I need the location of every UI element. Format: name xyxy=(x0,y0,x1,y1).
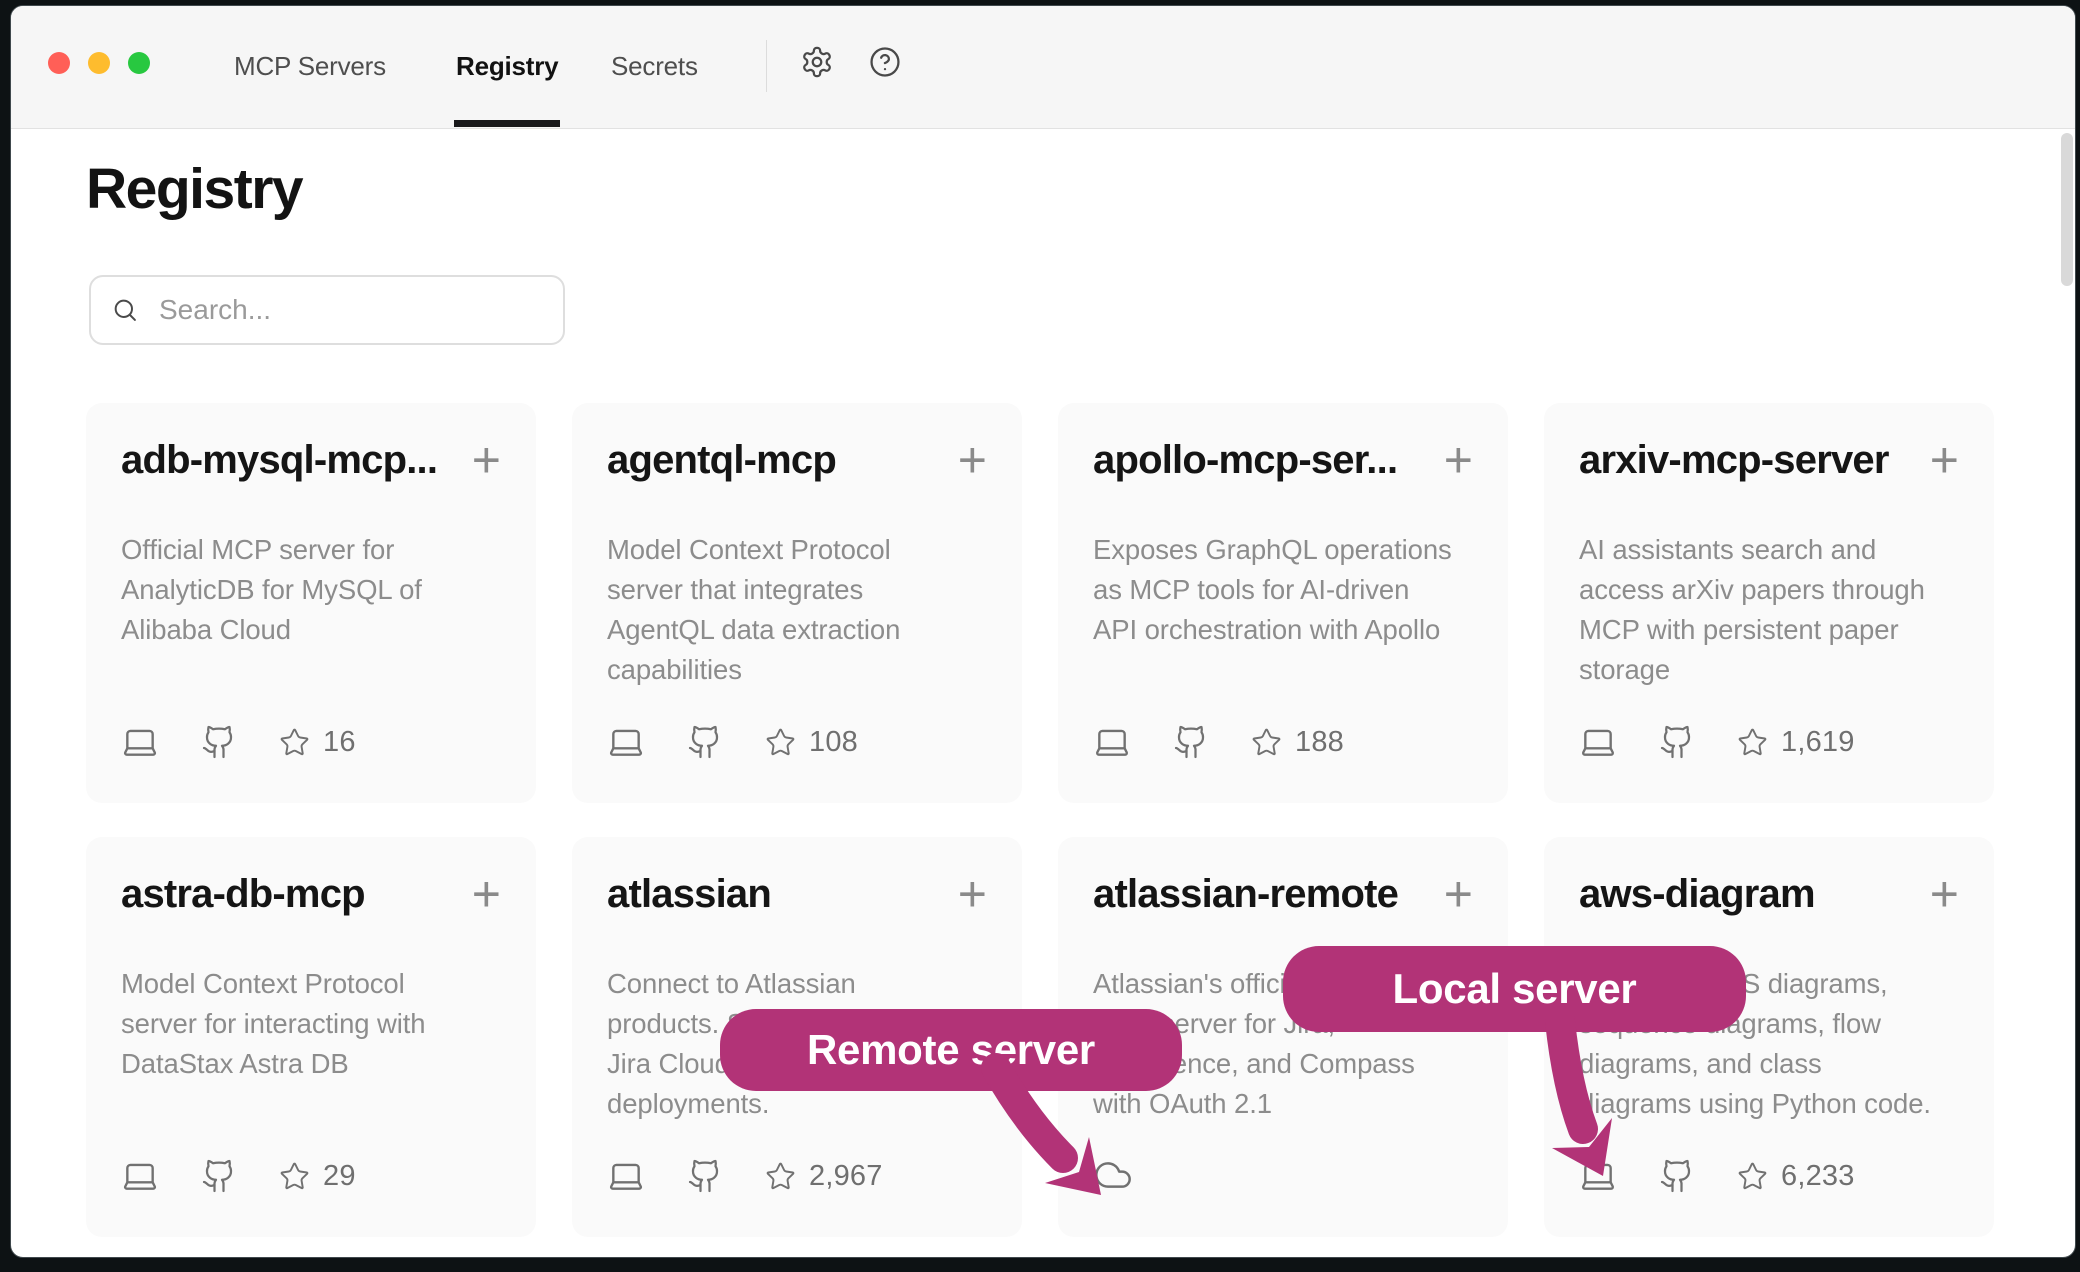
tab-registry[interactable]: Registry xyxy=(456,6,558,127)
local-server-callout: Local server xyxy=(1283,946,1746,1032)
github-icon xyxy=(687,724,723,760)
card-footer: 16 xyxy=(121,723,356,761)
server-name: atlassian-remote xyxy=(1093,870,1398,918)
gear-icon xyxy=(800,45,834,79)
star-icon xyxy=(279,1161,310,1192)
laptop-icon xyxy=(1093,723,1131,761)
laptop-icon xyxy=(1579,723,1617,761)
cloud-icon xyxy=(1093,1155,1133,1195)
server-card: aws-diagram + Generate AWS diagrams, seq… xyxy=(1544,837,1994,1237)
star-count-group: 29 xyxy=(279,1160,356,1193)
question-icon xyxy=(868,45,902,79)
laptop-icon xyxy=(607,1157,645,1195)
laptop-icon xyxy=(121,1157,159,1195)
server-card: apollo-mcp-ser... + Exposes GraphQL oper… xyxy=(1058,403,1508,803)
star-count-group: 2,967 xyxy=(765,1160,883,1193)
search-input[interactable] xyxy=(157,293,543,327)
card-footer xyxy=(1093,1155,1133,1195)
add-server-button[interactable]: + xyxy=(958,872,987,916)
star-icon xyxy=(1737,1161,1768,1192)
server-name: aws-diagram xyxy=(1579,870,1815,918)
star-count-group: 16 xyxy=(279,726,356,759)
star-icon xyxy=(765,727,796,758)
header-divider xyxy=(766,40,767,92)
star-icon xyxy=(279,727,310,758)
github-icon xyxy=(687,1158,723,1194)
help-button[interactable] xyxy=(868,45,902,79)
search-icon xyxy=(111,296,139,324)
add-server-button[interactable]: + xyxy=(472,872,501,916)
add-server-button[interactable]: + xyxy=(1930,872,1959,916)
star-count: 29 xyxy=(323,1160,356,1193)
registry-grid: adb-mysql-mcp... + Official MCP server f… xyxy=(86,403,1994,1237)
page-title: Registry xyxy=(86,156,302,222)
star-icon xyxy=(765,1161,796,1192)
star-count-group: 188 xyxy=(1251,726,1344,759)
minimize-button[interactable] xyxy=(88,52,110,74)
server-description: Model Context Protocol server that integ… xyxy=(607,530,987,690)
server-description: AI assistants search and access arXiv pa… xyxy=(1579,530,1959,690)
star-count: 16 xyxy=(323,726,356,759)
star-count-group: 6,233 xyxy=(1737,1160,1855,1193)
server-name: astra-db-mcp xyxy=(121,870,365,918)
server-description: Exposes GraphQL operations as MCP tools … xyxy=(1093,530,1473,650)
titlebar: MCP Servers Registry Secrets xyxy=(11,6,2075,129)
server-name: agentql-mcp xyxy=(607,436,836,484)
add-server-button[interactable]: + xyxy=(1444,872,1473,916)
server-name: arxiv-mcp-server xyxy=(1579,436,1889,484)
settings-button[interactable] xyxy=(800,45,834,79)
card-footer: 108 xyxy=(607,723,858,761)
card-footer: 6,233 xyxy=(1579,1157,1855,1195)
github-icon xyxy=(1173,724,1209,760)
github-icon xyxy=(1659,724,1695,760)
card-footer: 2,967 xyxy=(607,1157,883,1195)
add-server-button[interactable]: + xyxy=(1444,438,1473,482)
remote-server-callout: Remote server xyxy=(720,1009,1182,1091)
server-card: astra-db-mcp + Model Context Protocol se… xyxy=(86,837,536,1237)
github-icon xyxy=(201,1158,237,1194)
zoom-button[interactable] xyxy=(128,52,150,74)
close-button[interactable] xyxy=(48,52,70,74)
server-description: Model Context Protocol server for intera… xyxy=(121,964,501,1084)
star-icon xyxy=(1737,727,1768,758)
server-card: agentql-mcp + Model Context Protocol ser… xyxy=(572,403,1022,803)
star-count-group: 1,619 xyxy=(1737,726,1855,759)
traffic-lights xyxy=(48,52,150,74)
server-name: adb-mysql-mcp... xyxy=(121,436,437,484)
card-footer: 188 xyxy=(1093,723,1344,761)
add-server-button[interactable]: + xyxy=(958,438,987,482)
github-icon xyxy=(1659,1158,1695,1194)
server-name: apollo-mcp-ser... xyxy=(1093,436,1397,484)
tab-secrets[interactable]: Secrets xyxy=(611,6,698,127)
laptop-icon xyxy=(1579,1157,1617,1195)
star-count: 6,233 xyxy=(1781,1160,1855,1193)
server-card: adb-mysql-mcp... + Official MCP server f… xyxy=(86,403,536,803)
server-card: arxiv-mcp-server + AI assistants search … xyxy=(1544,403,1994,803)
laptop-icon xyxy=(607,723,645,761)
server-description: Official MCP server for AnalyticDB for M… xyxy=(121,530,501,650)
card-footer: 29 xyxy=(121,1157,356,1195)
server-name: atlassian xyxy=(607,870,771,918)
laptop-icon xyxy=(121,723,159,761)
github-icon xyxy=(201,724,237,760)
star-count: 2,967 xyxy=(809,1160,883,1193)
star-count: 188 xyxy=(1295,726,1344,759)
star-icon xyxy=(1251,727,1282,758)
app-window: MCP Servers Registry Secrets Reg xyxy=(10,5,2076,1258)
search-box[interactable] xyxy=(89,275,565,345)
add-server-button[interactable]: + xyxy=(472,438,501,482)
card-footer: 1,619 xyxy=(1579,723,1855,761)
star-count-group: 108 xyxy=(765,726,858,759)
tab-mcp-servers[interactable]: MCP Servers xyxy=(234,6,386,127)
scrollbar-thumb[interactable] xyxy=(2061,133,2073,286)
star-count: 108 xyxy=(809,726,858,759)
add-server-button[interactable]: + xyxy=(1930,438,1959,482)
star-count: 1,619 xyxy=(1781,726,1855,759)
